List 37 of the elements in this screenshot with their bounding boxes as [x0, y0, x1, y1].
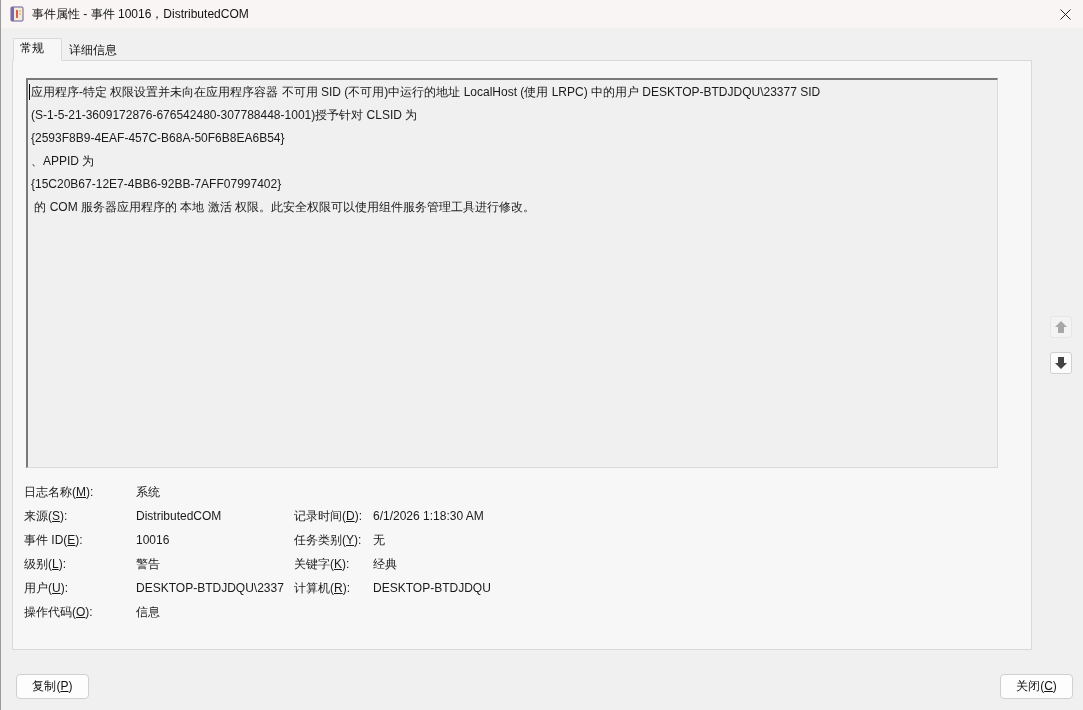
field-label: 日志名称(M):: [24, 483, 94, 501]
field-value: 经典: [373, 555, 397, 573]
field-value: DistributedCOM: [136, 509, 222, 523]
field-value: 信息: [136, 603, 160, 621]
tab[interactable]: 常规: [13, 38, 62, 61]
field-value: 警告: [136, 555, 160, 573]
description-box[interactable]: [26, 78, 999, 468]
field-value: 10016: [136, 533, 170, 547]
description-line: 、APPID 为: [31, 153, 95, 170]
field-value: 无: [373, 531, 385, 549]
down-arrow-icon: [1055, 357, 1068, 369]
description-line: {2593F8B9-4EAF-457C-B68A-50F6B8EA6B54}: [31, 130, 285, 147]
text-cursor-icon: [29, 84, 30, 100]
field-label: 操作代码(O):: [24, 603, 93, 621]
field-value: DESKTOP-BTDJDQU: [373, 581, 491, 595]
copy-button[interactable]: 复制(P): [16, 674, 89, 699]
description-line: 应用程序-特定 权限设置并未向在应用程序容器 不可用 SID (不可用)中运行的地址 LocalHost (使用 LRPC) 中的用户 DESKTOP-BTDJDQU\23377 SID: [31, 84, 821, 101]
next-button[interactable]: [1050, 352, 1073, 374]
field-value: DESKTOP-BTDJDQU\2337: [136, 581, 284, 595]
description-line: (S-1-5-21-3609172876-676542480-307788448-1001)授予针对 CLSID 为: [31, 107, 418, 124]
field-label: 用户(U):: [24, 579, 68, 597]
field-label: 计算机(R):: [294, 579, 350, 597]
field-label: 关键字(K):: [294, 555, 350, 573]
field-label: 级别(L):: [24, 555, 67, 573]
window-title: 事件属性 - 事件 10016，DistributedCOM: [32, 5, 250, 23]
field-label: 任务类别(Y):: [294, 531, 362, 549]
field-value: 系统: [136, 483, 160, 501]
close-icon: [1059, 8, 1071, 20]
up-arrow-icon: [1055, 321, 1068, 333]
document-icon: [10, 6, 24, 22]
description-line: {15C20B67-12E7-4BB6-92BB-7AFF07997402}: [31, 176, 282, 193]
description-line: 的 COM 服务器应用程序的 本地 激活 权限。此安全权限可以使用组件服务管理工具进行修改。: [33, 199, 535, 216]
field-label: 事件 ID(E):: [24, 531, 83, 549]
close-button[interactable]: 关闭(C): [1000, 674, 1073, 699]
field-label: 记录时间(D):: [294, 507, 362, 525]
field-value: 6/1/2026 1:18:30 AM: [373, 509, 484, 523]
field-label: 来源(S):: [24, 507, 68, 525]
